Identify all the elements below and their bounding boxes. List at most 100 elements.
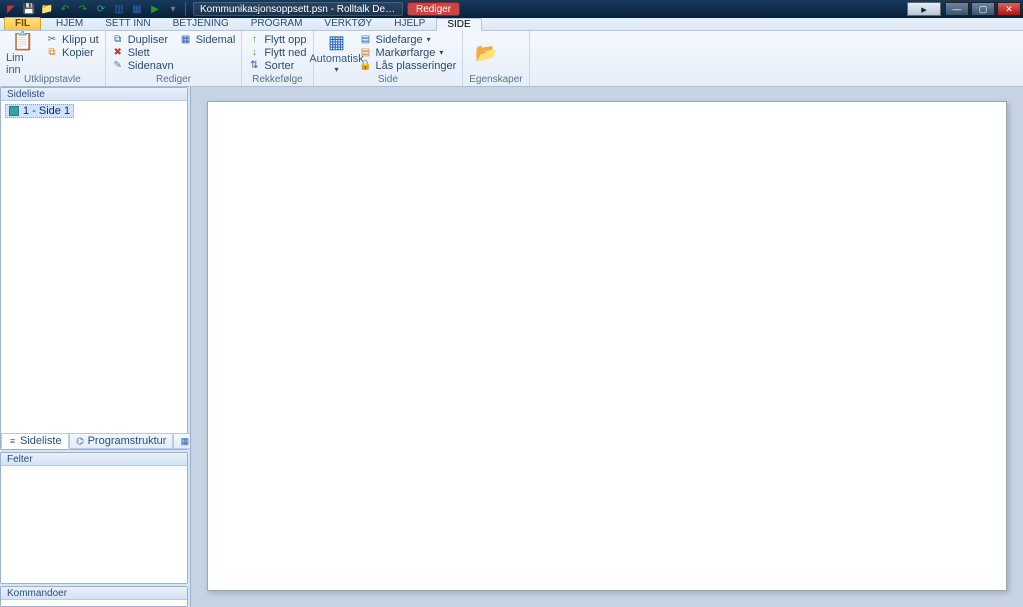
rename-icon: ✎ (112, 60, 124, 72)
grid-icon: ▦ (326, 32, 348, 53)
copy-icon: ⧉ (46, 47, 58, 59)
view-tab-label: Sideliste (20, 435, 62, 447)
tab-side[interactable]: SIDE (436, 18, 481, 31)
las-plasseringer-button[interactable]: 🔒 Lås plasseringer (360, 59, 457, 72)
sorter-label: Sorter (264, 60, 294, 72)
kommandoer-body[interactable] (1, 600, 187, 606)
view-tabs: ≡ Sideliste ⌬ Programstruktur ▦ Miniatyr… (1, 433, 187, 449)
sorter-button[interactable]: ⇅ Sorter (248, 59, 306, 72)
side-item[interactable]: 1 - Side 1 (5, 104, 74, 118)
sidemal-button[interactable]: ▦ Sidemal (180, 33, 236, 46)
page-color-icon: ▤ (360, 34, 372, 46)
sideliste-body[interactable]: 1 - Side 1 (1, 101, 187, 433)
side-item-label: 1 - Side 1 (23, 105, 70, 117)
group-rediger: ⧉ Dupliser ✖ Slett ✎ Sidenavn ▦ Sidemal (106, 31, 243, 86)
tab-hjem[interactable]: HJEM (45, 17, 94, 30)
egenskaper-button[interactable]: 📂 (469, 33, 503, 73)
sidenavn-button[interactable]: ✎ Sidenavn (112, 59, 174, 72)
flytt-ned-label: Flytt ned (264, 47, 306, 59)
group-label-egenskaper: Egenskaper (469, 74, 522, 86)
sort-icon: ⇅ (248, 60, 260, 72)
slett-label: Slett (128, 47, 150, 59)
window-close-button[interactable]: ✕ (997, 2, 1021, 16)
app-logo-icon: ◤ (4, 2, 18, 16)
group-utklippstavle: 📋 Lim inn ✂ Klipp ut ⧉ Kopier Utklippsta… (0, 31, 106, 86)
view-tab-programstruktur[interactable]: ⌬ Programstruktur (69, 433, 174, 449)
go-button[interactable]: ▸ (907, 2, 941, 16)
context-chip[interactable]: Rediger (407, 2, 460, 16)
play-icon[interactable]: ▶ (148, 2, 162, 16)
kommandoer-title: Kommandoer (1, 587, 187, 600)
tree-icon: ⌬ (76, 437, 85, 446)
arrow-up-icon: ↑ (248, 34, 260, 46)
qat-icon[interactable]: ▥ (112, 2, 126, 16)
tab-verktoy[interactable]: VERKTØY (313, 17, 383, 30)
list-icon: ≡ (8, 437, 17, 446)
felter-title: Felter (1, 453, 187, 466)
group-label-rekkefolge: Rekkefølge (248, 74, 306, 86)
flytt-opp-label: Flytt opp (264, 34, 306, 46)
refresh-icon[interactable]: ⟳ (94, 2, 108, 16)
undo-icon[interactable]: ↶ (58, 2, 72, 16)
group-label-utklippstavle: Utklippstavle (6, 74, 99, 86)
kopier-button[interactable]: ⧉ Kopier (46, 46, 99, 59)
left-pane: Sideliste 1 - Side 1 ≡ Sideliste ⌬ Progr… (0, 87, 190, 607)
tab-program[interactable]: PROGRAM (240, 17, 314, 30)
save-icon[interactable]: 💾 (22, 2, 36, 16)
panel-felter: Felter (0, 452, 188, 584)
ribbon: 📋 Lim inn ✂ Klipp ut ⧉ Kopier Utklippsta… (0, 31, 1023, 87)
markorfarge-label: Markørfarge (376, 47, 436, 59)
page-canvas[interactable] (207, 101, 1007, 591)
group-label-side: Side (320, 74, 457, 86)
view-tab-label: Programstruktur (88, 435, 167, 447)
dupliser-label: Dupliser (128, 34, 168, 46)
lim-inn-button[interactable]: 📋 Lim inn (6, 33, 40, 73)
dupliser-button[interactable]: ⧉ Dupliser (112, 33, 174, 46)
flytt-ned-button[interactable]: ↓ Flytt ned (248, 46, 306, 59)
klipp-ut-label: Klipp ut (62, 34, 99, 46)
slett-button[interactable]: ✖ Slett (112, 46, 174, 59)
tab-betjening[interactable]: BETJENING (162, 17, 240, 30)
os-taskbar: ◤ 💾 📁 ↶ ↷ ⟳ ▥ ▦ ▶ ▾ Kommunikasjonsoppset… (0, 0, 1023, 18)
folder-icon[interactable]: 📁 (40, 2, 54, 16)
scissors-icon: ✂ (46, 34, 58, 46)
flytt-opp-button[interactable]: ↑ Flytt opp (248, 33, 306, 46)
group-egenskaper: 📂 Egenskaper (463, 31, 529, 86)
group-label-rediger: Rediger (112, 74, 236, 86)
window-title: Kommunikasjonsoppsett.psn - Rolltalk Des… (193, 2, 403, 16)
sidefarge-label: Sidefarge (376, 34, 423, 46)
group-side: ▦ Automatisk ▾ ▤ Sidefarge ▤ Markørfarge… (314, 31, 464, 86)
window-minimize-button[interactable]: — (945, 2, 969, 16)
template-icon: ▦ (180, 34, 192, 46)
window-maximize-button[interactable]: ▢ (971, 2, 995, 16)
delete-icon: ✖ (112, 47, 124, 59)
cursor-color-icon: ▤ (360, 47, 372, 59)
chevron-down-icon: ▾ (335, 65, 339, 74)
redo-icon[interactable]: ↷ (76, 2, 90, 16)
tab-fil[interactable]: FIL (4, 17, 41, 30)
automatisk-label: Automatisk (309, 53, 363, 65)
clipboard-icon: 📋 (12, 31, 34, 52)
felter-body[interactable] (1, 466, 187, 583)
klipp-ut-button[interactable]: ✂ Klipp ut (46, 33, 99, 46)
view-tab-sideliste[interactable]: ≡ Sideliste (1, 433, 69, 449)
lim-inn-label: Lim inn (6, 52, 40, 76)
tab-hjelp[interactable]: HJELP (383, 17, 436, 30)
kopier-label: Kopier (62, 47, 94, 59)
page-thumb-icon (9, 106, 19, 116)
sideliste-title: Sideliste (1, 88, 187, 101)
arrow-down-icon: ↓ (248, 47, 260, 59)
markorfarge-button[interactable]: ▤ Markørfarge (360, 46, 457, 59)
group-rekkefolge: ↑ Flytt opp ↓ Flytt ned ⇅ Sorter Rekkefø… (242, 31, 313, 86)
ribbon-tabs: FIL HJEM SETT INN BETJENING PROGRAM VERK… (0, 18, 1023, 31)
tab-sett-inn[interactable]: SETT INN (94, 17, 161, 30)
las-label: Lås plasseringer (376, 60, 457, 72)
sidefarge-button[interactable]: ▤ Sidefarge (360, 33, 457, 46)
sidenavn-label: Sidenavn (128, 60, 174, 72)
qat-more-icon[interactable]: ▾ (166, 2, 180, 16)
thumbs-icon: ▦ (180, 437, 189, 446)
canvas-area (190, 87, 1023, 607)
panel-sideliste: Sideliste 1 - Side 1 ≡ Sideliste ⌬ Progr… (0, 87, 188, 450)
qat-icon-2[interactable]: ▦ (130, 2, 144, 16)
automatisk-button[interactable]: ▦ Automatisk ▾ (320, 33, 354, 73)
